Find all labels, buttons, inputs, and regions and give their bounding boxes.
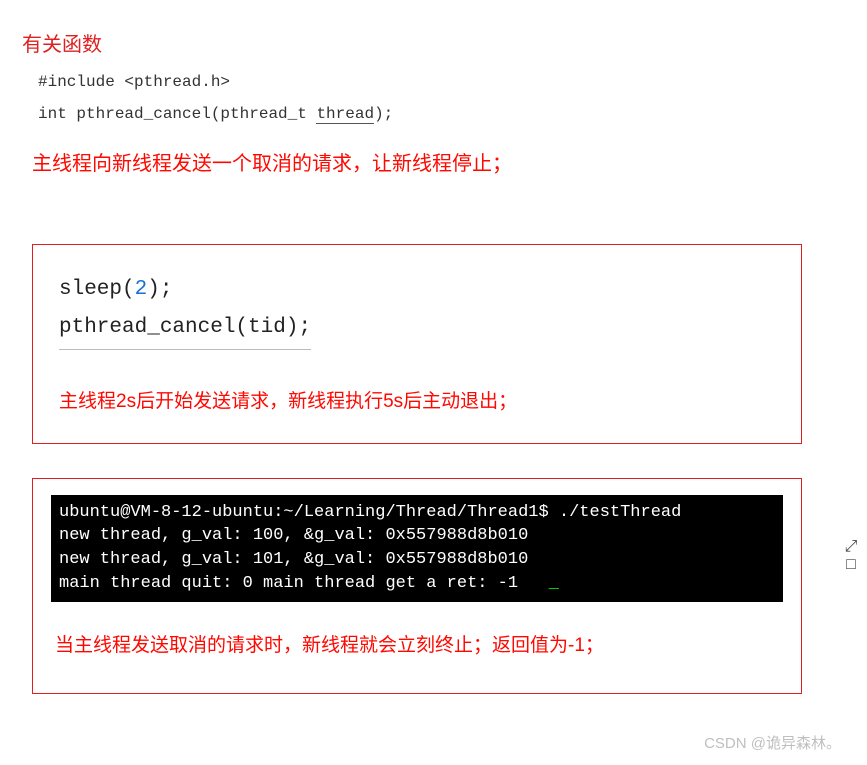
expand-icon[interactable]: ⤢ □ [839, 538, 863, 573]
code-header-block: #include <pthread.h> int pthread_cancel(… [20, 73, 867, 123]
note-box1: 主线程2s后开始发送请求，新线程执行5s后主动退出； [59, 386, 783, 413]
sleep-post: ); [147, 278, 172, 301]
code-line-sleep: sleep(2); [59, 271, 783, 309]
code-box-1: sleep(2); pthread_cancel(tid); 主线程2s后开始发… [32, 244, 802, 444]
proto-prefix: int pthread_cancel(pthread_t [38, 105, 316, 123]
note-box2: 当主线程发送取消的请求时，新线程就会立刻终止；返回值为-1； [55, 630, 783, 657]
terminal-cursor: _ [549, 574, 559, 593]
terminal-line-1: ubuntu@VM-8-12-ubuntu:~/Learning/Thread/… [59, 503, 681, 522]
note-main-cancel: 主线程向新线程发送一个取消的请求，让新线程停止； [32, 147, 867, 176]
watermark-text: CSDN @诡异森林。 [704, 732, 841, 753]
proto-suffix: ); [374, 105, 393, 123]
terminal-line-3: new thread, g_val: 101, &g_val: 0x557988… [59, 550, 528, 569]
terminal-output: ubuntu@VM-8-12-ubuntu:~/Learning/Thread/… [51, 495, 783, 602]
section-title: 有关函数 [22, 28, 867, 57]
terminal-line-2: new thread, g_val: 100, &g_val: 0x557988… [59, 526, 528, 545]
terminal-line-4: main thread quit: 0 main thread get a re… [59, 574, 549, 593]
code-line-cancel: pthread_cancel(tid); [59, 309, 311, 350]
proto-param-underlined: thread [316, 105, 374, 124]
sleep-arg: 2 [135, 278, 148, 301]
code-include-line: #include <pthread.h> [38, 73, 867, 91]
terminal-box: ubuntu@VM-8-12-ubuntu:~/Learning/Thread/… [32, 478, 802, 694]
sleep-pre: sleep( [59, 278, 135, 301]
code-snippet: sleep(2); pthread_cancel(tid); [59, 271, 783, 350]
code-prototype-line: int pthread_cancel(pthread_t thread); [38, 105, 867, 123]
document-page: 有关函数 #include <pthread.h> int pthread_ca… [0, 0, 867, 694]
